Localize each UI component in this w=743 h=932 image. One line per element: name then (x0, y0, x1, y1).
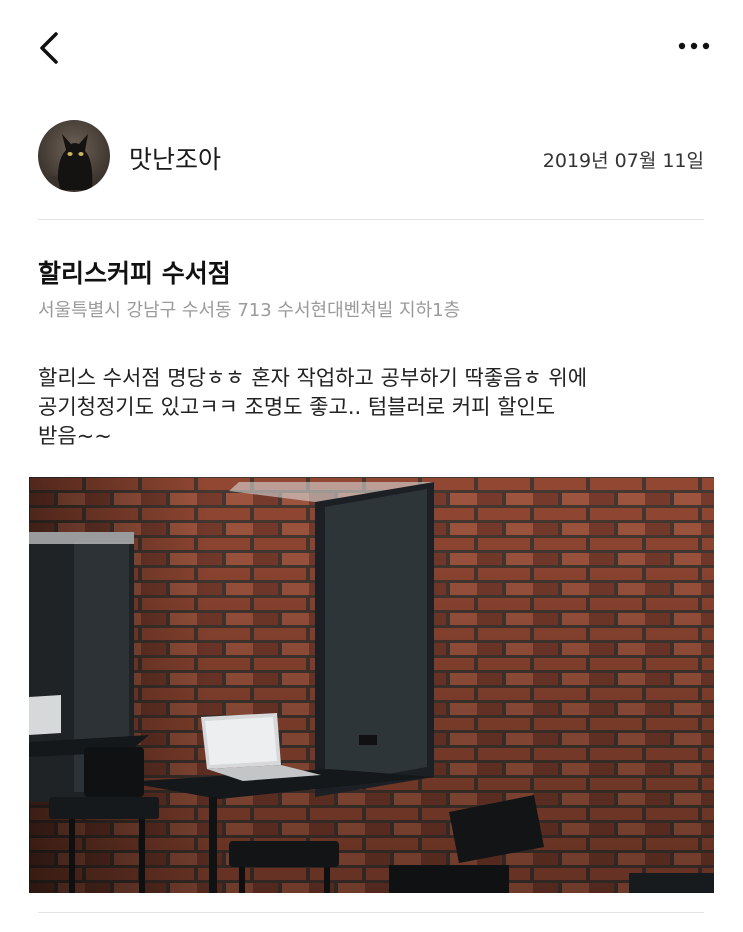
review-line: 할리스 수서점 명당ㅎㅎ 혼자 작업하고 공부하기 딱좋음ㅎ 위에 (38, 366, 588, 390)
review-text: 할리스 수서점 명당ㅎㅎ 혼자 작업하고 공부하기 딱좋음ㅎ 위에 공기청정기도… (38, 364, 704, 451)
divider (38, 219, 704, 220)
author-name[interactable]: 맛난조아 (129, 140, 221, 176)
divider (38, 912, 704, 913)
more-horizontal-icon (678, 42, 710, 50)
back-button[interactable] (30, 26, 70, 70)
author-header: 맛난조아 2019년 07월 11일 (38, 120, 704, 194)
top-bar (0, 0, 743, 100)
more-options-button[interactable] (670, 30, 720, 62)
place-name[interactable]: 할리스커피 수서점 (38, 254, 231, 290)
review-line: 공기청정기도 있고ㅋㅋ 조명도 좋고.. 텀블러로 커피 할인도 (38, 395, 556, 419)
review-line: 받음~~ (38, 424, 112, 448)
black-cat-avatar (38, 120, 110, 192)
post-date: 2019년 07월 11일 (542, 150, 704, 172)
chevron-left-icon (40, 32, 58, 64)
place-address: 서울특별시 강남구 수서동 713 수서현대벤쳐빌 지하1층 (38, 300, 461, 321)
author-avatar[interactable] (38, 120, 110, 192)
cafe-interior-photo[interactable] (29, 477, 714, 893)
